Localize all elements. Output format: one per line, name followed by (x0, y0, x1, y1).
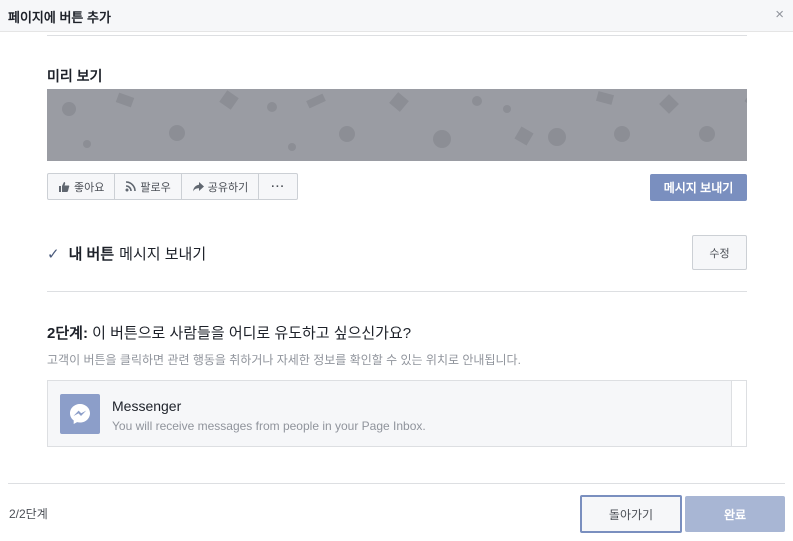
send-message-cta-button[interactable]: 메시지 보내기 (650, 174, 747, 201)
my-button-value: 메시지 보내기 (119, 246, 207, 263)
step2-description: 고객이 버튼을 클릭하면 관련 행동을 취하거나 자세한 정보를 확인할 수 있… (47, 353, 521, 367)
rss-follow-icon (125, 181, 137, 192)
follow-label: 팔로우 (140, 181, 171, 194)
done-button[interactable]: 완료 (685, 496, 785, 532)
close-icon[interactable]: × (775, 6, 784, 23)
option-description: You will receive messages from people in… (112, 419, 426, 433)
back-button[interactable]: 돌아가기 (580, 495, 682, 533)
step2-heading: 2단계: 이 버튼으로 사람들을 어디로 유도하고 싶으신가요? (47, 322, 411, 343)
section-divider (47, 291, 747, 292)
option-scroll-column (731, 381, 746, 446)
share-button[interactable]: 공유하기 (182, 174, 260, 199)
more-dots-icon: ··· (271, 180, 286, 193)
cover-pattern (62, 89, 747, 151)
like-button[interactable]: 좋아요 (48, 174, 116, 199)
checkmark-icon: ✓ (47, 245, 60, 263)
edit-button[interactable]: 수정 (692, 235, 747, 270)
preview-title: 미리 보기 (47, 68, 103, 84)
top-divider (47, 35, 747, 36)
follow-button[interactable]: 팔로우 (115, 174, 182, 199)
thumbs-up-icon (59, 182, 70, 192)
share-arrow-icon (192, 182, 204, 192)
step2-label: 2단계: (47, 325, 88, 342)
footer-divider (8, 483, 785, 484)
more-button[interactable]: ··· (259, 174, 297, 199)
selected-button-summary: ✓ 내 버튼 메시지 보내기 (47, 243, 206, 264)
messenger-option[interactable]: Messenger You will receive messages from… (47, 380, 747, 447)
option-name: Messenger (112, 398, 182, 414)
like-label: 좋아요 (74, 181, 105, 194)
messenger-glyph (70, 404, 90, 424)
messenger-icon (60, 394, 100, 434)
my-button-prefix: 내 버튼 (68, 246, 115, 263)
step-counter: 2/2단계 (9, 507, 48, 521)
step2-question: 이 버튼으로 사람들을 어디로 유도하고 싶으신가요? (92, 325, 412, 342)
page-action-bar: 좋아요 팔로우 공유하기 ··· (47, 173, 299, 200)
dialog-header: 페이지에 버튼 추가 × (0, 0, 793, 32)
dialog-title: 페이지에 버튼 추가 (8, 10, 111, 25)
cover-photo-placeholder (47, 89, 747, 161)
share-label: 공유하기 (207, 181, 249, 194)
